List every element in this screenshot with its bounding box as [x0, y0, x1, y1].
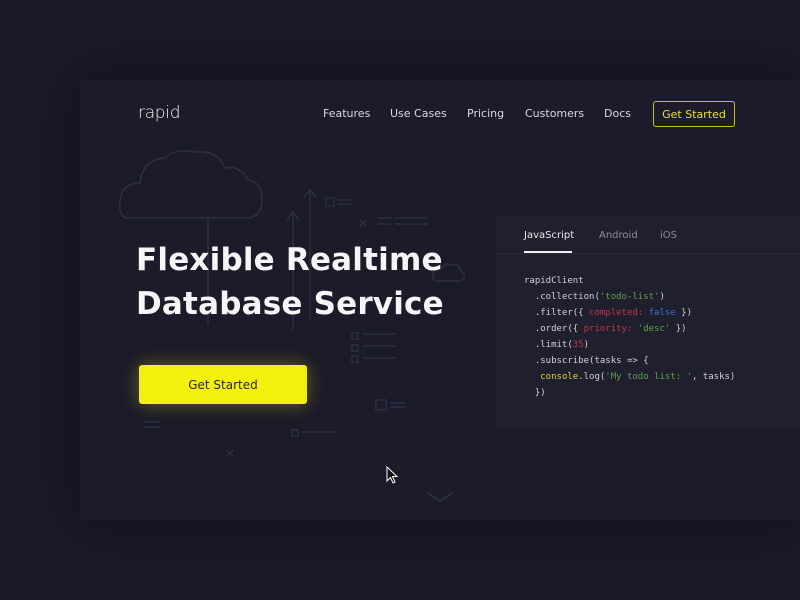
code-token: , tasks) — [692, 372, 736, 382]
tab-javascript[interactable]: JavaScript — [524, 230, 574, 241]
code-token: .log( — [578, 372, 606, 382]
code-boolean: false — [643, 308, 676, 318]
nav-pricing[interactable]: Pricing — [467, 107, 504, 120]
checkbox-icon — [351, 332, 359, 340]
nav-use-cases[interactable]: Use Cases — [390, 107, 447, 120]
code-token: ) — [583, 340, 590, 350]
logo[interactable]: rapid — [138, 103, 181, 123]
nav-docs[interactable]: Docs — [604, 107, 631, 120]
mouse-cursor-icon — [386, 466, 399, 484]
hero-title: Flexible Realtime Database Service — [136, 238, 444, 326]
code-string: 'desc' — [632, 324, 671, 334]
code-token: ) — [659, 292, 665, 302]
cloud-icon — [118, 150, 263, 219]
code-token: .collection( — [524, 292, 600, 302]
code-string: 'todo-list' — [599, 292, 660, 302]
nav-customers[interactable]: Customers — [525, 107, 584, 120]
active-tab-indicator — [524, 251, 572, 253]
header-get-started-button[interactable]: Get Started — [653, 101, 735, 127]
checkbox-icon — [351, 355, 359, 363]
hero-title-line2: Database Service — [136, 286, 444, 322]
code-function: console — [540, 372, 579, 382]
checkbox-icon — [291, 429, 299, 437]
code-token: .filter({ — [524, 308, 590, 318]
code-line: }) — [524, 388, 546, 398]
checkbox-icon — [351, 344, 359, 352]
hero-get-started-button[interactable]: Get Started — [139, 365, 307, 404]
code-token: }) — [670, 324, 687, 334]
code-token: .order({ — [524, 324, 584, 334]
code-number: 35 — [572, 340, 584, 350]
code-string: 'My todo list: ' — [605, 372, 692, 382]
code-key: completed: — [589, 308, 644, 318]
code-key: priority: — [583, 324, 633, 334]
tab-ios[interactable]: iOS — [660, 230, 677, 241]
code-snippet: rapidClient .collection('todo-list') .fi… — [524, 273, 735, 401]
code-panel: JavaScript Android iOS rapidClient .coll… — [496, 215, 800, 429]
hero-title-line1: Flexible Realtime — [136, 242, 443, 278]
chevron-down-icon[interactable] — [426, 490, 454, 504]
code-line: .subscribe(tasks => { — [524, 356, 649, 366]
checkbox-icon — [375, 399, 387, 411]
code-tabs: JavaScript Android iOS — [496, 215, 800, 254]
code-token: .limit( — [524, 340, 573, 350]
code-line: rapidClient — [524, 276, 584, 286]
tab-android[interactable]: Android — [599, 230, 638, 241]
nav-features[interactable]: Features — [323, 107, 370, 120]
checkbox-icon — [325, 197, 335, 207]
code-token: }) — [675, 308, 692, 318]
